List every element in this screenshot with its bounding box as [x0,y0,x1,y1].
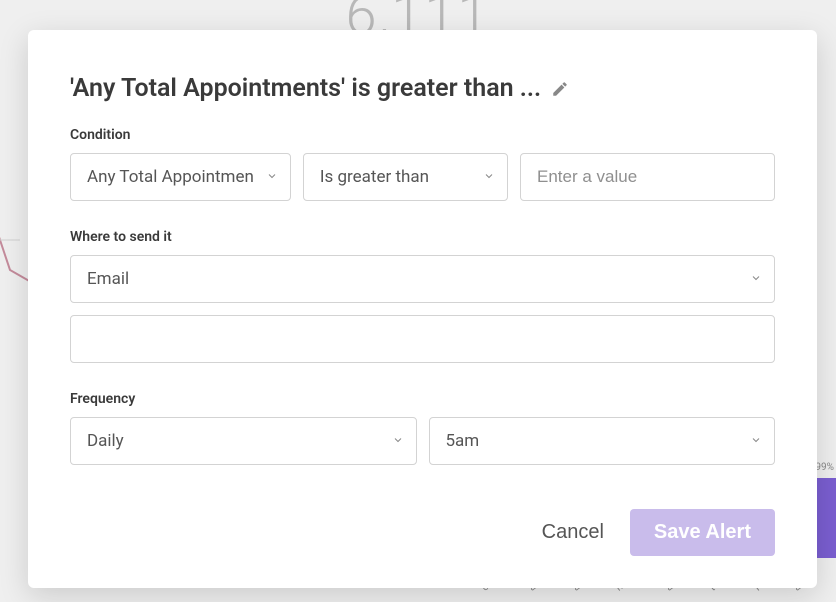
condition-row: Any Total Appointmen Is greater than [70,153,775,201]
condition-operator-select[interactable]: Is greater than [303,153,508,201]
where-recipients-input[interactable] [70,315,775,363]
frequency-interval-value: Daily [87,431,124,451]
background-purple-bar [814,478,836,558]
frequency-interval-select[interactable]: Daily [70,417,417,465]
condition-field-select[interactable]: Any Total Appointmen [70,153,291,201]
where-label: Where to send it [70,229,775,245]
frequency-time-value: 5am [446,431,480,451]
save-alert-button[interactable]: Save Alert [630,509,775,556]
condition-label: Condition [70,127,775,143]
chevron-down-icon [483,167,495,187]
chevron-down-icon [266,167,278,187]
background-percent-label: 99% [815,462,834,473]
modal-title: 'Any Total Appointments' is greater than… [70,74,541,103]
frequency-row: Daily 5am [70,417,775,465]
chevron-down-icon [750,431,762,451]
condition-value-input[interactable] [520,153,775,201]
frequency-time-select[interactable]: 5am [429,417,776,465]
condition-operator-value: Is greater than [320,167,429,187]
where-channel-value: Email [87,269,129,289]
alert-modal: 'Any Total Appointments' is greater than… [28,30,817,588]
where-channel-select[interactable]: Email [70,255,775,303]
chevron-down-icon [750,269,762,289]
cancel-button[interactable]: Cancel [542,521,604,544]
chevron-down-icon [392,431,404,451]
frequency-label: Frequency [70,391,775,407]
condition-field-value: Any Total Appointmen [87,167,254,187]
modal-actions: Cancel Save Alert [70,509,775,556]
pencil-icon[interactable] [551,80,569,98]
